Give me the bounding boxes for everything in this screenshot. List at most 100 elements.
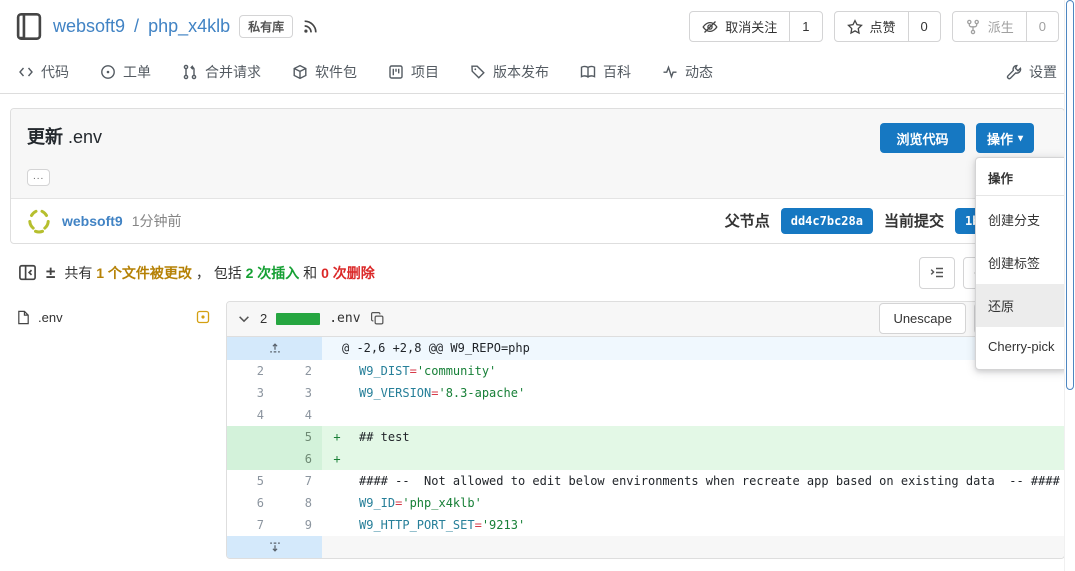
file-tree: .env [10,301,216,330]
chevron-down-icon: ▾ [1018,133,1023,144]
new-line-number[interactable]: 6 [274,448,322,470]
code-line [352,448,1064,470]
old-line-number[interactable]: 3 [227,382,274,404]
star-button[interactable]: 点赞 [835,12,908,41]
old-line-number[interactable] [227,426,274,448]
collapse-file-chevron-icon[interactable] [237,312,251,326]
diff-options-button[interactable] [919,257,955,289]
old-line-number[interactable]: 5 [227,470,274,492]
stats-include: 包括 [214,265,242,281]
tab-activity[interactable]: 动态 [662,62,713,82]
tag-icon [470,64,486,80]
scrollbar-thumb[interactable] [1066,0,1074,390]
file-icon [16,310,31,325]
star-count[interactable]: 0 [908,12,940,41]
current-commit-label: 当前提交 [884,210,944,231]
repo-actions: 取消关注 1 点赞 0 [689,11,1059,42]
code-line: ## test [352,426,1064,448]
code-line: #### -- Not allowed to edit below enviro… [352,470,1064,492]
old-line-number[interactable]: 7 [227,514,274,536]
file-tree-item-name: .env [38,310,63,325]
old-line-number[interactable]: 2 [227,360,274,382]
code-icon [18,64,34,80]
tab-releases[interactable]: 版本发布 [470,62,549,82]
copy-icon[interactable] [370,311,385,326]
tab-settings-label: 设置 [1029,62,1057,82]
new-line-number[interactable]: 9 [274,514,322,536]
commit-message-expand-button[interactable]: ... [27,169,50,186]
tab-projects[interactable]: 项目 [388,62,439,82]
diff-file-box: 2 .env Unescape 查看文件 @ -2,6 +2,8 @@ W9_R… [226,301,1065,559]
old-line-number[interactable] [227,448,274,470]
tab-code-label: 代码 [41,62,69,82]
commit-time: 1分钟前 [132,211,182,231]
menu-item-revert[interactable]: 还原 [976,284,1067,327]
unescape-button[interactable]: Unescape [879,303,966,334]
package-icon [292,64,308,80]
new-line-number[interactable]: 5 [274,426,322,448]
new-line-number[interactable]: 8 [274,492,322,514]
code-line: W9_VERSION='8.3-apache' [352,382,1064,404]
new-line-number[interactable]: 2 [274,360,322,382]
fork-button[interactable]: 派生 [953,12,1026,41]
expand-up-button[interactable] [227,337,322,360]
menu-item-cherry-pick[interactable]: Cherry-pick [976,327,1067,366]
operations-dropdown-button[interactable]: 操作 ▾ [976,123,1034,153]
dropdown-header: 操作 [976,158,1067,195]
repo-name-link[interactable]: php_x4klb [148,16,230,37]
watch-count[interactable]: 1 [789,12,821,41]
book-icon [580,64,596,80]
stats-and: 和 [303,265,317,281]
new-line-number[interactable]: 7 [274,470,322,492]
old-line-number[interactable]: 6 [227,492,274,514]
diff-line-marker [322,492,352,514]
stats-prefix: 共有 [64,265,92,281]
commit-author-link[interactable]: websoft9 [62,213,123,229]
sidebar-toggle-icon[interactable] [18,263,37,282]
expand-down-button[interactable] [227,536,322,558]
code-line [352,404,1064,426]
tab-releases-label: 版本发布 [493,62,549,82]
repo-navbar: 代码 工单 合并请求 软件包 项目 版本发布 [0,50,1075,94]
menu-item-create-tag[interactable]: 创建标签 [976,241,1067,284]
rss-icon[interactable] [302,18,319,35]
new-line-number[interactable]: 3 [274,382,322,404]
expand-down-icon [268,540,282,554]
tab-wiki-label: 百科 [603,62,631,82]
repo-owner-link[interactable]: websoft9 [53,16,125,37]
list-indent-icon [929,265,945,281]
stats-comma: ， [196,265,210,281]
diff-row: @ -2,6 +2,8 @@ W9_REPO=php [227,337,1064,360]
stats-insertions: 2 次插入 [246,265,300,281]
diff-row [227,536,1064,558]
tab-packages[interactable]: 软件包 [292,62,357,82]
tab-code[interactable]: 代码 [18,62,69,82]
fork-button-group: 派生 0 [952,11,1059,42]
diff-stats-row: ± 共有 1 个文件被更改 ， 包括 2 次插入 和 0 次删除 [18,257,1059,289]
diff-line-marker: + [322,448,352,470]
avatar[interactable] [25,207,53,235]
page: websoft9 / php_x4klb 私有库 [0,0,1075,571]
diff-row: 5+## test [227,426,1064,448]
diff-changes-count: 2 [260,311,267,326]
diff-filename: .env [329,311,360,326]
parent-sha-button[interactable]: dd4c7bc28a [781,208,873,234]
tab-settings[interactable]: 设置 [1006,62,1057,82]
diff-line-marker [322,360,352,382]
tab-wiki[interactable]: 百科 [580,62,631,82]
tab-issues[interactable]: 工单 [100,62,151,82]
parent-label: 父节点 [725,210,770,231]
old-line-number[interactable]: 4 [227,404,274,426]
new-line-number[interactable]: 4 [274,404,322,426]
hunk-header-text: @ -2,6 +2,8 @@ W9_REPO=php [322,337,1064,360]
scrollbar-track[interactable] [1064,0,1075,571]
tab-pull-requests[interactable]: 合并请求 [182,62,261,82]
diff-area: .env 2 .env [10,301,1065,559]
menu-item-create-branch[interactable]: 创建分支 [976,198,1067,241]
browse-code-button[interactable]: 浏览代码 [880,123,965,153]
tab-projects-label: 项目 [411,62,439,82]
unwatch-button[interactable]: 取消关注 [690,12,789,41]
additions-bar [276,313,320,325]
fork-count[interactable]: 0 [1026,12,1058,41]
file-tree-item[interactable]: .env [10,305,216,330]
